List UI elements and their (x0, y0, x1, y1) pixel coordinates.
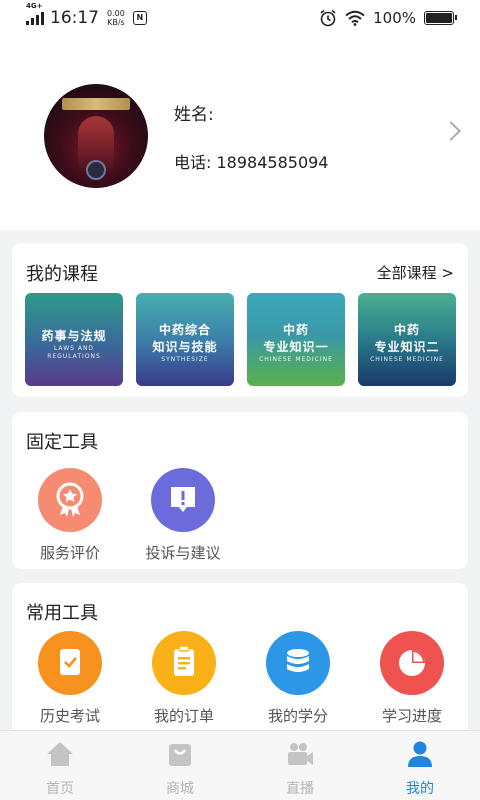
name-label: 姓名: (174, 105, 214, 125)
chevron-right-icon[interactable] (441, 121, 461, 141)
course-title-line1: 中药 (282, 323, 309, 337)
course-card-laws[interactable]: 药事与法规 LAWS AND REGULATIONS (25, 293, 123, 386)
battery-percent: 100% (373, 9, 416, 27)
speed-value: 0.00 (107, 9, 125, 18)
tool-feedback[interactable]: 投诉与建议 (133, 468, 233, 563)
tool-label: 学习进度 (381, 707, 442, 725)
phone-number: 18984585094 (216, 153, 329, 172)
course-title-line2: 专业知识一 (263, 340, 329, 354)
order-icon (152, 631, 216, 695)
course-title-line2: 专业知识二 (374, 340, 440, 354)
fixed-tools-card: 固定工具 服务评价 投诉与建议 (12, 412, 468, 569)
signal-icon: 4G+ (26, 2, 44, 25)
common-tools-card: 常用工具 历史考试 我的订单 我的学分 学习进度 (12, 583, 468, 733)
tool-label: 我的学分 (267, 707, 328, 725)
my-courses-title: 我的课程 (26, 264, 98, 285)
fixed-tools-title: 固定工具 (26, 432, 98, 453)
tab-label: 我的 (406, 781, 434, 797)
course-title-line1: 中药 (393, 323, 420, 337)
tool-my-orders[interactable]: 我的订单 (134, 631, 234, 726)
medal-icon (38, 468, 102, 532)
home-icon (47, 742, 73, 766)
network-speed: 0.00 KB/s (107, 9, 125, 27)
my-courses-card: 我的课程 全部课程 > 药事与法规 LAWS AND REGULATIONS 中… (12, 243, 468, 397)
course-subtitle: CHINESE MEDICINE (370, 356, 444, 363)
tool-exam-history[interactable]: 历史考试 (20, 631, 120, 726)
all-courses-link[interactable]: 全部课程 > (377, 262, 454, 283)
tab-live[interactable]: 直播 (240, 731, 360, 800)
status-bar: 4G+ 16:17 0.00 KB/s N 100% (0, 0, 480, 38)
course-card-synthesize[interactable]: 中药综合 知识与技能 SYNTHESIZE (136, 293, 234, 386)
speed-unit: KB/s (107, 18, 125, 27)
course-title-line2: 知识与技能 (152, 340, 218, 354)
course-card-medicine-1[interactable]: 中药 专业知识一 CHINESE MEDICINE (247, 293, 345, 386)
progress-icon (380, 631, 444, 695)
course-list: 药事与法规 LAWS AND REGULATIONS 中药综合 知识与技能 SY… (25, 293, 456, 386)
tab-label: 直播 (286, 781, 314, 797)
alarm-icon (320, 9, 336, 27)
phone-label: 电话: (174, 153, 212, 172)
bottom-tab-bar: 首页 商城 直播 我的 (0, 730, 480, 800)
tab-shop[interactable]: 商城 (120, 731, 240, 800)
tab-profile[interactable]: 我的 (360, 731, 480, 800)
status-time: 16:17 (50, 8, 99, 28)
profile-header[interactable]: 姓名: 电话: 18984585094 (0, 38, 480, 230)
tool-service-rating[interactable]: 服务评价 (20, 468, 120, 563)
course-card-medicine-2[interactable]: 中药 专业知识二 CHINESE MEDICINE (358, 293, 456, 386)
course-subtitle: CHINESE MEDICINE (259, 356, 333, 363)
course-subtitle: SYNTHESIZE (161, 356, 209, 363)
tool-label: 服务评价 (39, 544, 100, 562)
tool-label: 投诉与建议 (145, 544, 221, 562)
wifi-icon (345, 10, 365, 26)
exam-icon (38, 631, 102, 695)
course-subtitle: LAWS AND REGULATIONS (47, 345, 101, 360)
tab-label: 商城 (166, 781, 194, 797)
feedback-icon (151, 468, 215, 532)
tab-label: 首页 (46, 781, 74, 797)
avatar[interactable] (44, 84, 148, 188)
nfc-icon: N (132, 11, 147, 25)
course-title: 药事与法规 (41, 329, 107, 343)
network-type: 4G+ (26, 2, 43, 10)
tab-home[interactable]: 首页 (0, 731, 120, 800)
common-tools-title: 常用工具 (26, 603, 98, 624)
tool-label: 我的订单 (153, 707, 214, 725)
shop-icon (169, 744, 191, 766)
phone-row: 电话: 18984585094 (174, 149, 328, 173)
tool-label: 历史考试 (39, 707, 100, 725)
battery-icon (424, 11, 457, 25)
tool-learning-progress[interactable]: 学习进度 (362, 631, 462, 726)
credits-icon (266, 631, 330, 695)
live-icon (288, 743, 313, 765)
course-title-line1: 中药综合 (158, 323, 211, 337)
profile-icon (408, 741, 432, 767)
tool-my-credits[interactable]: 我的学分 (248, 631, 348, 726)
